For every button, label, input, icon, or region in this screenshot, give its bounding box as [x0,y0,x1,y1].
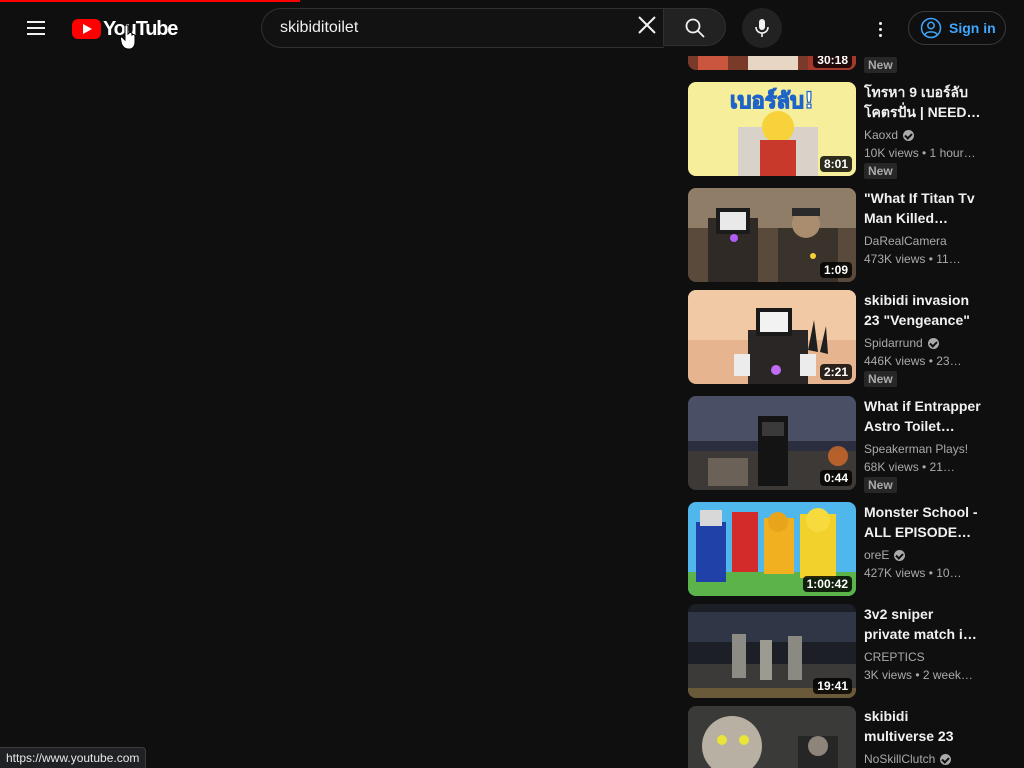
video-thumbnail[interactable]: 0:44 [688,396,856,490]
video-duration: 2:21 [819,364,852,380]
close-icon[interactable] [634,12,660,38]
video-thumbnail[interactable]: 19:41 [688,604,856,698]
voice-search-button[interactable] [742,8,782,48]
channel-label: NoSkillClutch [864,752,936,766]
video-duration: 1:00:42 [802,576,852,592]
new-badge: New [864,56,897,74]
video-title[interactable]: Monster School - ALL EPISODE… [864,502,982,542]
video-stats: 68K views • 21… [864,460,955,474]
video-thumbnail[interactable]: 2:21 [688,290,856,384]
video-meta: What if Entrapper Astro Toilet Nev… Spea… [864,396,982,494]
menu-icon-bar [27,33,45,35]
video-thumbnail[interactable]: 1:09 [688,188,856,282]
new-badge: New [864,371,897,387]
video-meta: skibidi invasion 23 "Vengeance" Spidarru… [864,290,982,388]
video-stats: 473K views • 11… [864,252,961,266]
video-stats: 427K views • 10… [864,566,962,580]
video-thumbnail[interactable] [688,706,856,768]
search-button[interactable] [663,8,726,46]
list-item[interactable]: 19:41 3v2 sniper private match is a Chao… [688,604,988,698]
cursor-icon [120,24,136,50]
video-thumbnail[interactable]: 1:00:42 [688,502,856,596]
channel-name[interactable]: Kaoxd [864,126,982,144]
thumbnail-text: เบอร์ลับ! [730,88,814,114]
sign-in-label: Sign in [949,20,996,36]
video-meta: โทรหา 9 เบอร์ลับโคตรปั่น | NEED… Kaoxd 1… [864,82,982,180]
browser-status-url: https://www.youtube.com [0,747,147,768]
channel-name[interactable]: NoSkillClutch [864,750,982,768]
video-meta: "What If Titan Tv Man Killed Gma… DaReal… [864,188,982,268]
search-icon [685,18,705,38]
video-duration: 19:41 [813,678,852,694]
search-input[interactable] [278,18,622,38]
masthead: YouTube Sign in [0,2,1024,56]
channel-name[interactable]: oreE [864,546,982,564]
list-item[interactable]: 1:00:42 Monster School - ALL EPISODE… or… [688,502,988,596]
list-item[interactable]: 1:09 "What If Titan Tv Man Killed Gma… D… [688,188,988,282]
list-item[interactable]: skibidi multiverse 23 NoSkillClutch [688,706,988,768]
channel-name[interactable]: Speakerman Plays! [864,440,982,458]
new-badge: New [864,477,897,493]
menu-icon [27,21,45,23]
new-badge-label: New [864,57,897,73]
channel-label: oreE [864,548,890,562]
guide-menu-button[interactable] [16,8,56,48]
list-item[interactable]: 2:21 skibidi invasion 23 "Vengeance" Spi… [688,290,988,387]
list-item[interactable]: เบอร์ลับ! 8:01 โทรหา 9 เบอร์ลับโคตรปั่น … [688,82,988,179]
channel-label: DaRealCamera [864,234,947,248]
verified-icon [903,129,915,141]
video-title[interactable]: โทรหา 9 เบอร์ลับโคตรปั่น | NEED… [864,82,982,122]
microphone-icon [755,19,769,37]
video-duration: 8:01 [819,156,852,172]
more-vert-icon[interactable] [864,14,894,44]
search-box [261,8,664,48]
verified-icon [894,549,906,561]
video-stats: 10K views • 1 hour… [864,146,976,160]
video-duration: 1:09 [819,262,852,278]
new-badge: New [864,163,897,179]
account-icon [920,17,942,39]
video-title[interactable]: skibidi multiverse 23 [864,706,982,746]
logo-text: YouTube [103,17,178,40]
dot [879,22,882,25]
verified-icon [940,753,952,765]
video-title[interactable]: "What If Titan Tv Man Killed Gma… [864,188,982,228]
channel-label: CREPTICS [864,650,925,664]
menu-icon-bar [27,27,45,29]
verified-icon [927,337,939,349]
dot [879,34,882,37]
list-item[interactable]: 0:44 What if Entrapper Astro Toilet Nev…… [688,396,988,493]
video-stats: 446K views • 23… [864,354,962,368]
video-stats: 3K views • 2 week… [864,668,973,682]
channel-label: Speakerman Plays! [864,442,969,456]
video-meta: 3v2 sniper private match is a Chaos CREP… [864,604,982,684]
channel-label: Spidarrund [864,336,923,350]
youtube-logo-icon [72,19,101,39]
video-title[interactable]: skibidi invasion 23 "Vengeance" [864,290,982,330]
channel-label: Kaoxd [864,128,899,142]
video-meta: Monster School - ALL EPISODE… oreE 427K … [864,502,982,582]
channel-name[interactable]: DaRealCamera [864,232,982,250]
dot [879,28,882,31]
video-duration: 0:44 [819,470,852,486]
sign-in-button[interactable]: Sign in [908,11,1006,45]
video-title[interactable]: 3v2 sniper private match is a Chaos [864,604,982,644]
channel-name[interactable]: CREPTICS [864,648,982,666]
channel-name[interactable]: Spidarrund [864,334,982,352]
video-thumbnail[interactable]: เบอร์ลับ! 8:01 [688,82,856,176]
video-title[interactable]: What if Entrapper Astro Toilet Nev… [864,396,982,436]
video-meta: skibidi multiverse 23 NoSkillClutch [864,706,982,768]
